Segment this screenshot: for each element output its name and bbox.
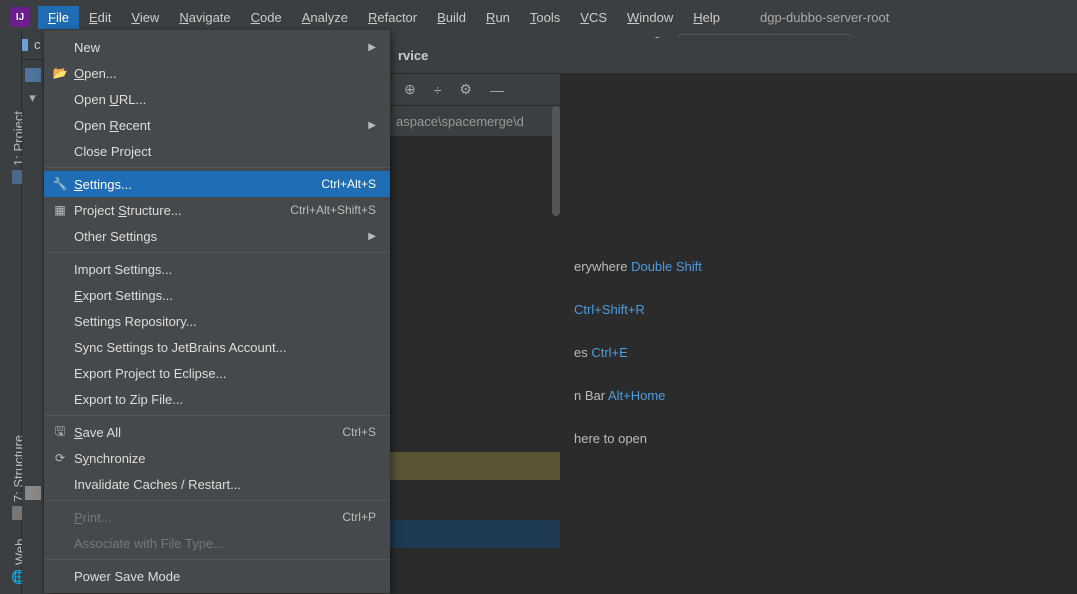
keyboard-shortcut: Ctrl+Shift+R (574, 302, 645, 317)
file-menu-dropdown: New▶📂Open...Open URL...Open Recent▶Close… (44, 30, 390, 593)
left-tool-rail: 1: Project 7: Structure 🌐Web (0, 30, 22, 594)
menu-analyze[interactable]: Analyze (292, 6, 358, 29)
menu-shortcut: Ctrl+S (342, 425, 376, 439)
menu-shortcut: Ctrl+Alt+S (321, 177, 376, 191)
menu-window[interactable]: Window (617, 6, 683, 29)
menu-separator (44, 252, 390, 253)
file-menu-open-url[interactable]: Open URL... (44, 86, 390, 112)
wrench-icon: 🔧 (52, 177, 68, 191)
submenu-arrow-icon: ▶ (368, 42, 376, 53)
submenu-arrow-icon: ▶ (368, 231, 376, 242)
file-menu-import-settings[interactable]: Import Settings... (44, 256, 390, 282)
editor-hint-line: es Ctrl+E (574, 344, 702, 361)
keyboard-shortcut: Double Shift (631, 259, 702, 274)
menu-separator (44, 500, 390, 501)
file-menu-power-save-mode[interactable]: Power Save Mode (44, 563, 390, 589)
file-menu-associate-with-file-type: Associate with File Type... (44, 530, 390, 556)
menu-shortcut: Ctrl+P (342, 510, 376, 524)
file-menu-save-all[interactable]: 🖫Save AllCtrl+S (44, 419, 390, 445)
keyboard-shortcut: Alt+Home (608, 388, 665, 403)
menu-navigate[interactable]: Navigate (169, 6, 240, 29)
tree-scrollbar[interactable] (552, 106, 560, 216)
gear-icon[interactable]: ⚙ (459, 81, 472, 98)
menu-separator (44, 415, 390, 416)
editor-hint-line: Ctrl+Shift+R (574, 301, 702, 318)
target-icon[interactable]: ⊕ (404, 81, 416, 98)
menu-refactor[interactable]: Refactor (358, 6, 427, 29)
path-fragment: aspace\spacemerge\d (390, 106, 560, 136)
project-name: dgp-dubbo-server-root (760, 10, 889, 25)
editor-tab-bar: rvice (390, 38, 1077, 74)
file-menu-sync-settings-to-jetbrains-account[interactable]: Sync Settings to JetBrains Account... (44, 334, 390, 360)
file-menu-export-to-zip-file[interactable]: Export to Zip File... (44, 386, 390, 412)
submenu-arrow-icon: ▶ (368, 120, 376, 131)
menu-separator (44, 559, 390, 560)
minimize-icon[interactable]: — (490, 82, 504, 98)
menu-view[interactable]: View (121, 6, 169, 29)
file-menu-settings[interactable]: 🔧Settings...Ctrl+Alt+S (44, 171, 390, 197)
file-menu-other-settings[interactable]: Other Settings▶ (44, 223, 390, 249)
folder-icon: 📂 (52, 66, 68, 80)
menu-shortcut: Ctrl+Alt+Shift+S (290, 203, 376, 217)
file-menu-invalidate-caches-restart[interactable]: Invalidate Caches / Restart... (44, 471, 390, 497)
file-menu-synchronize[interactable]: ⟳Synchronize (44, 445, 390, 471)
editor-hints: erywhere Double Shift Ctrl+Shift+R es Ctrl… (574, 258, 702, 473)
file-menu-export-settings[interactable]: Export Settings... (44, 282, 390, 308)
file-menu-new[interactable]: New▶ (44, 34, 390, 60)
panel-toolbar: ⊕ ÷ ⚙ — (390, 74, 560, 106)
file-menu-close-project[interactable]: Close Project (44, 138, 390, 164)
menu-file[interactable]: File (38, 6, 79, 29)
sync-icon: ⟳ (52, 451, 68, 465)
file-menu-open-recent[interactable]: Open Recent▶ (44, 112, 390, 138)
menu-code[interactable]: Code (241, 6, 292, 29)
file-menu-open[interactable]: 📂Open... (44, 60, 390, 86)
editor-empty-area: erywhere Double Shift Ctrl+Shift+R es Ctrl… (560, 74, 1077, 594)
menu-run[interactable]: Run (476, 6, 520, 29)
menu-separator (44, 167, 390, 168)
file-menu-print: Print...Ctrl+P (44, 504, 390, 530)
divide-icon[interactable]: ÷ (434, 82, 442, 98)
tree-folder-icon[interactable] (25, 68, 41, 82)
tree-icon-rail: ▾ (22, 60, 44, 594)
file-menu-project-structure[interactable]: ▦Project Structure...Ctrl+Alt+Shift+S (44, 197, 390, 223)
app-icon: IJ (10, 7, 30, 27)
keyboard-shortcut: Ctrl+E (591, 345, 627, 360)
menu-help[interactable]: Help (683, 6, 730, 29)
save-icon: 🖫 (52, 422, 68, 443)
editor-hint-line: erywhere Double Shift (574, 258, 702, 275)
menubar: IJ FileEditViewNavigateCodeAnalyzeRefact… (0, 4, 1077, 30)
menu-vcs[interactable]: VCS (570, 6, 617, 29)
editor-hint-line: n Bar Alt+Home (574, 387, 702, 404)
file-menu-export-project-to-eclipse[interactable]: Export Project to Eclipse... (44, 360, 390, 386)
tree-bottom-icon[interactable] (25, 486, 41, 500)
menu-build[interactable]: Build (427, 6, 476, 29)
layers-icon: ▦ (52, 203, 68, 217)
file-menu-settings-repository[interactable]: Settings Repository... (44, 308, 390, 334)
menu-tools[interactable]: Tools (520, 6, 570, 29)
editor-hint-line: here to open (574, 430, 702, 447)
nav-first-letter: c (34, 37, 41, 52)
editor-tab-title-fragment[interactable]: rvice (398, 48, 428, 63)
tree-collapse-icon[interactable]: ▾ (22, 90, 43, 106)
menu-edit[interactable]: Edit (79, 6, 121, 29)
